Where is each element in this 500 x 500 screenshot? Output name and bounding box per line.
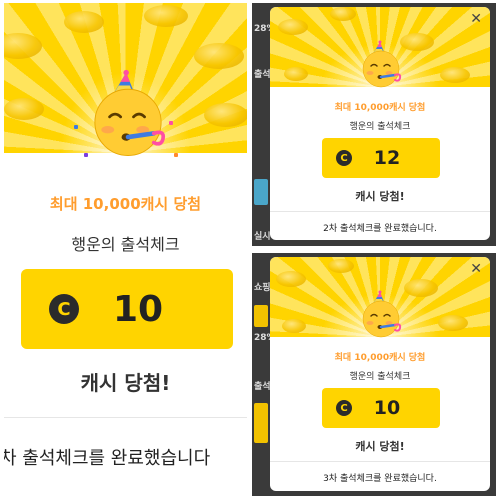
- completion-message: 차 출석체크를 완료했습니다: [4, 448, 211, 469]
- modal-dialog: ✕ 최대 10,000캐시 당첨 행운의 출석체크 C 10 캐시 당첨! 3차…: [270, 257, 490, 491]
- result-text: 캐시 당첨!: [355, 190, 405, 203]
- popup-title: 최대 10,000캐시 당첨: [334, 353, 426, 363]
- attendance-popup-3: 쇼핑 28% 출석 ✕ 최대 10,000캐시 당첨 행운의 출석체크 C 10…: [252, 253, 496, 496]
- cash-amount-box: C 10: [322, 388, 440, 428]
- coin-decoration: [404, 279, 438, 297]
- completion-message: 2차 출석체크를 완료했습니다.: [323, 224, 437, 234]
- coin-decoration: [278, 19, 308, 35]
- coin-decoration: [194, 43, 244, 69]
- background-text: 출석: [254, 70, 271, 80]
- cash-amount: 10: [112, 288, 164, 330]
- confetti-piece: [174, 153, 178, 157]
- result-text: 캐시 당첨!: [80, 371, 171, 395]
- background-banner: [254, 179, 268, 205]
- popup-subtitle: 행운의 출석체크: [71, 235, 180, 254]
- coin-decoration: [204, 103, 247, 127]
- attendance-popup-2: 28% 출석 실시 ✕ 최대 10,000캐시 당첨 행운의 출석체크 C 12…: [252, 3, 496, 246]
- popup-subtitle: 행운의 출석체크: [349, 122, 411, 132]
- background-text: 실시: [254, 232, 271, 242]
- background-text: 쇼핑: [254, 283, 271, 293]
- large-attendance-popup: 최대 10,000캐시 당첨 행운의 출석체크 C 10 캐시 당첨! 차 출석…: [4, 3, 247, 496]
- cash-amount-box: C 10: [21, 269, 233, 349]
- coin-decoration: [276, 271, 306, 287]
- cash-coin-icon: C: [336, 150, 352, 166]
- popup-title: 최대 10,000캐시 당첨: [334, 103, 426, 113]
- background-tile: [254, 403, 268, 443]
- close-icon[interactable]: ✕: [470, 261, 482, 277]
- coin-decoration: [64, 11, 104, 33]
- cash-coin-icon: C: [336, 400, 352, 416]
- coin-decoration: [4, 98, 44, 120]
- result-text: 캐시 당첨!: [355, 440, 405, 453]
- partying-face-icon: [356, 37, 406, 93]
- coin-decoration: [144, 5, 188, 27]
- background-tile: [254, 305, 268, 327]
- coin-decoration: [328, 259, 354, 273]
- confetti-piece: [74, 125, 78, 129]
- partying-face-icon: [82, 65, 174, 165]
- cash-amount-box: C 12: [322, 138, 440, 178]
- cash-amount: 12: [373, 147, 401, 169]
- cash-coin-icon: C: [49, 294, 79, 324]
- coin-decoration: [330, 7, 356, 21]
- divider: [270, 211, 490, 212]
- divider: [270, 461, 490, 462]
- close-icon[interactable]: ✕: [470, 11, 482, 27]
- coin-decoration: [282, 319, 306, 333]
- background-text: 출석: [254, 382, 271, 392]
- divider: [4, 417, 247, 418]
- coin-decoration: [440, 67, 470, 83]
- partying-face-icon: [356, 287, 406, 343]
- popup-title: 최대 10,000캐시 당첨: [49, 195, 202, 213]
- coin-decoration: [284, 67, 308, 81]
- completion-message: 3차 출석체크를 완료했습니다.: [323, 474, 437, 484]
- coin-decoration: [438, 315, 468, 331]
- popup-subtitle: 행운의 출석체크: [349, 372, 411, 382]
- cash-amount: 10: [373, 397, 401, 419]
- modal-dialog: ✕ 최대 10,000캐시 당첨 행운의 출석체크 C 12 캐시 당첨! 2차…: [270, 7, 490, 240]
